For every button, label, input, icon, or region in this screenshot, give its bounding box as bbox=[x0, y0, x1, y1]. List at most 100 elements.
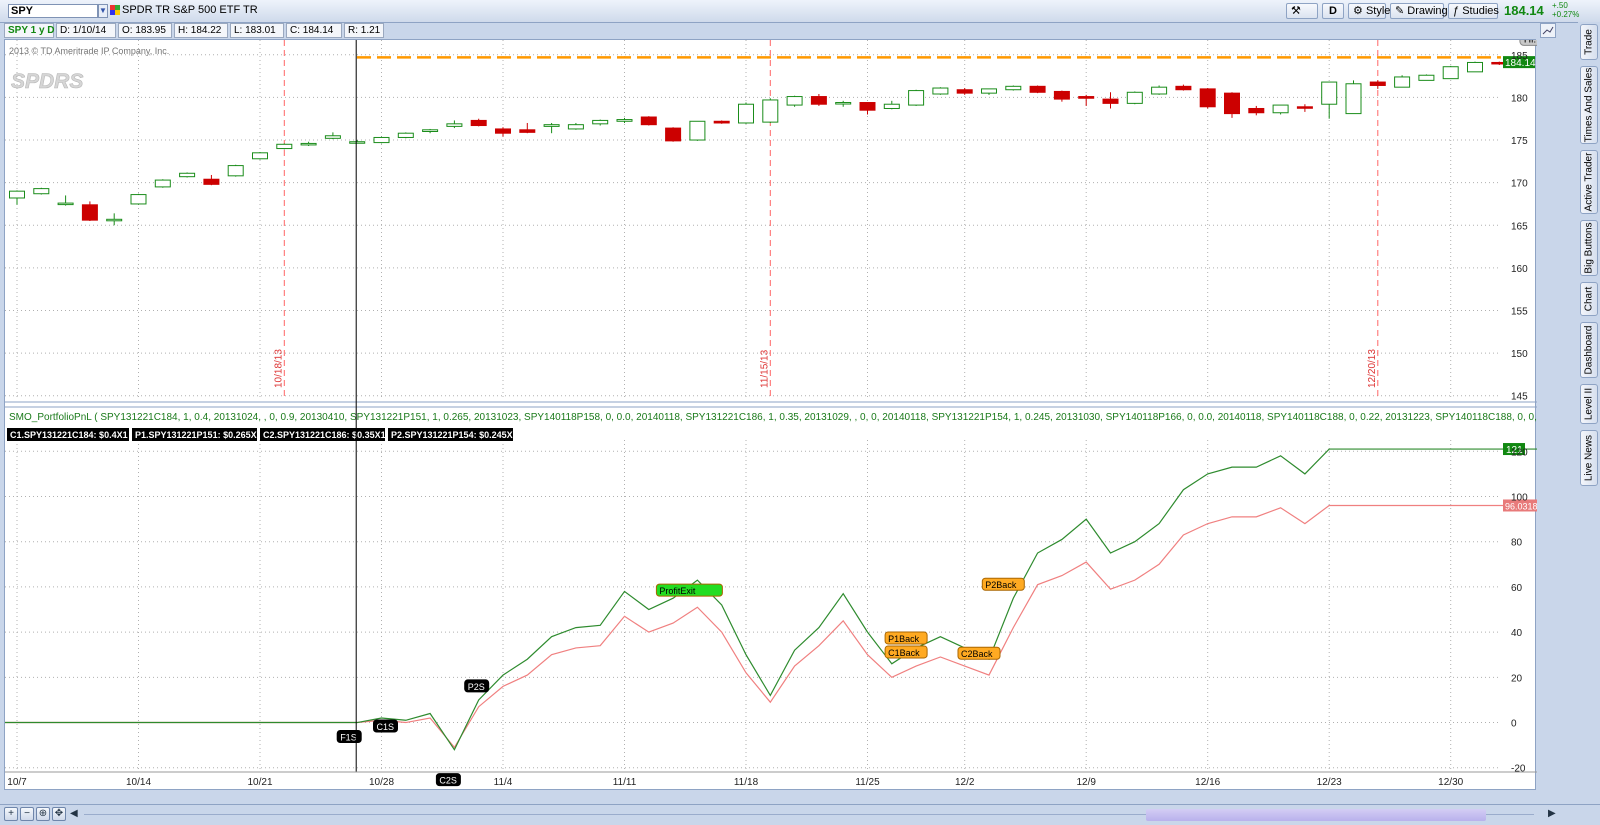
candle-body-30 bbox=[738, 103, 754, 124]
candle-body-19 bbox=[470, 119, 487, 127]
sidebar-tab-live-news[interactable]: Live News bbox=[1580, 430, 1598, 486]
candle-49 bbox=[1199, 88, 1216, 109]
x-tick-8: 12/2 bbox=[955, 777, 975, 788]
chart-area[interactable]: 10/18/13 11/15/13 12/20/13 2013 © TD Ameri… bbox=[4, 31, 1600, 791]
candle-20 bbox=[495, 127, 511, 137]
scroll-left-icon[interactable]: ◀ bbox=[70, 808, 78, 819]
candle-body-28 bbox=[689, 120, 706, 141]
candle-body-55 bbox=[1345, 83, 1362, 115]
candle-15 bbox=[373, 136, 390, 144]
sidebar-tab-trade[interactable]: Trade bbox=[1580, 24, 1598, 60]
candle-body-45 bbox=[1102, 98, 1119, 104]
candle-body-18 bbox=[446, 123, 463, 127]
symbol-input[interactable]: SPY bbox=[8, 4, 98, 18]
sidebar-tab-label: Live News bbox=[1583, 434, 1595, 482]
candle-47 bbox=[1151, 85, 1168, 95]
pnl-green-series bbox=[5, 448, 1573, 751]
trade-marker-text-8: P2Back bbox=[985, 580, 1017, 590]
candle-body-29 bbox=[713, 120, 730, 124]
grid bbox=[5, 40, 1501, 772]
price-tick-7: 180 bbox=[1511, 93, 1528, 104]
candle-body-24 bbox=[592, 119, 609, 125]
color-chip-icon[interactable] bbox=[110, 5, 120, 15]
x-tick-7: 11/25 bbox=[855, 777, 880, 788]
sidebar-tab-times-and-sales[interactable]: Times And Sales bbox=[1580, 66, 1598, 144]
drawings-label: Drawings bbox=[1407, 5, 1454, 17]
scroll-thumb[interactable] bbox=[1146, 809, 1486, 821]
candle-body-38 bbox=[932, 87, 949, 95]
candle-51 bbox=[1248, 105, 1265, 116]
sidebar-tab-active-trader[interactable]: Active Trader bbox=[1580, 150, 1598, 214]
pan-icon[interactable]: ✥ bbox=[52, 807, 66, 821]
zoom-in-icon[interactable]: + bbox=[4, 807, 18, 821]
studies-button[interactable]: ƒ Studies bbox=[1448, 3, 1499, 19]
studies-label: Studies bbox=[1462, 5, 1499, 17]
drawings-button[interactable]: ✎ Drawings bbox=[1390, 3, 1453, 19]
sidebar-tab-label: Active Trader bbox=[1583, 152, 1595, 212]
event-label-1: 11/15/13 bbox=[759, 349, 770, 388]
sidebar-tab-dashboard[interactable]: Dashboard bbox=[1580, 322, 1598, 378]
chart-svg[interactable]: 10/18/13 11/15/13 12/20/13 2013 © TD Ameri… bbox=[5, 31, 1600, 791]
candle-30 bbox=[738, 102, 754, 124]
candle-body-16 bbox=[397, 132, 414, 138]
candle-48 bbox=[1175, 84, 1192, 91]
candle-body-52 bbox=[1272, 104, 1289, 114]
candle-body-48 bbox=[1175, 85, 1192, 91]
copyright-text: 2013 © TD Ameritrade IP Company, Inc. bbox=[9, 46, 169, 56]
x-tick-5: 11/11 bbox=[613, 777, 637, 788]
candle-body-17 bbox=[422, 129, 439, 132]
trade-marker-text-5: P1Back bbox=[888, 634, 920, 644]
candle-body-57 bbox=[1394, 76, 1411, 88]
trade-marker-text-2: C2S bbox=[439, 776, 457, 786]
style-button[interactable]: ⚙ Style bbox=[1348, 3, 1390, 19]
candle-body-27 bbox=[665, 127, 682, 142]
candle-54 bbox=[1321, 81, 1338, 119]
zoom-out-icon[interactable]: − bbox=[20, 807, 34, 821]
sidebar-tab-big-buttons[interactable]: Big Buttons bbox=[1580, 220, 1598, 276]
symbol-dropdown-icon[interactable]: ▼ bbox=[98, 4, 108, 18]
candle-body-40 bbox=[981, 88, 997, 94]
tools-button[interactable]: ⚒ bbox=[1286, 3, 1318, 19]
candle-body-9 bbox=[227, 165, 244, 177]
trade-markers: F1S C1S C2S P2S ProfitExit P1Back C1Back C2Back… bbox=[336, 577, 1025, 787]
close-value: C: 184.14 bbox=[286, 23, 342, 38]
pnl-tick-2: 20 bbox=[1511, 673, 1523, 684]
study-legend: C1.SPY131221C184: $0.4X1 P1.SPY131221P151… bbox=[7, 428, 518, 441]
style-label: Style bbox=[1365, 5, 1391, 17]
pnl-tick-0: -20 bbox=[1511, 764, 1526, 775]
price-tick-5: 170 bbox=[1511, 179, 1528, 190]
bottom-toolbar: + − ⊕ ✥ ◀ ▶ bbox=[0, 804, 1600, 825]
sidebar-tab-level-ii[interactable]: Level II bbox=[1580, 384, 1598, 424]
candle-body-26 bbox=[640, 116, 657, 126]
sidebar-tab-label: Chart bbox=[1583, 286, 1595, 312]
candle-34 bbox=[835, 100, 852, 107]
candle-25 bbox=[616, 117, 633, 123]
candle-body-51 bbox=[1248, 107, 1265, 114]
candle-9 bbox=[227, 164, 244, 177]
candle-55 bbox=[1345, 80, 1362, 115]
candle-11 bbox=[276, 143, 293, 150]
candle-23 bbox=[567, 122, 584, 130]
zoom-reset-icon[interactable]: ⊕ bbox=[36, 807, 50, 821]
chart-settings-icon[interactable] bbox=[1540, 23, 1556, 38]
aggregation-button[interactable]: D bbox=[1322, 3, 1344, 19]
candle-33 bbox=[810, 93, 827, 106]
scroll-right-icon[interactable]: ▶ bbox=[1548, 808, 1556, 819]
sidebar-tab-chart[interactable]: Chart bbox=[1580, 282, 1598, 316]
symbol-description: SPDR TR S&P 500 ETF TR bbox=[122, 4, 258, 16]
candle-10 bbox=[252, 151, 268, 160]
top-toolbar: SPY ▼ SPDR TR S&P 500 ETF TR ⚒ D ⚙ Style… bbox=[0, 0, 1600, 23]
candle-body-43 bbox=[1053, 90, 1070, 100]
candle-56 bbox=[1369, 80, 1386, 89]
candle-body-10 bbox=[252, 152, 268, 160]
candle-26 bbox=[640, 116, 657, 126]
candle-body-47 bbox=[1151, 86, 1168, 95]
candle-body-50 bbox=[1224, 92, 1240, 115]
candle-38 bbox=[932, 87, 949, 95]
candle-body-3 bbox=[81, 204, 98, 221]
candle-17 bbox=[422, 128, 439, 134]
candle-35 bbox=[859, 102, 876, 115]
candle-7 bbox=[179, 172, 196, 178]
candle-39 bbox=[956, 88, 973, 95]
range-value: R: 1.21 bbox=[344, 23, 384, 38]
